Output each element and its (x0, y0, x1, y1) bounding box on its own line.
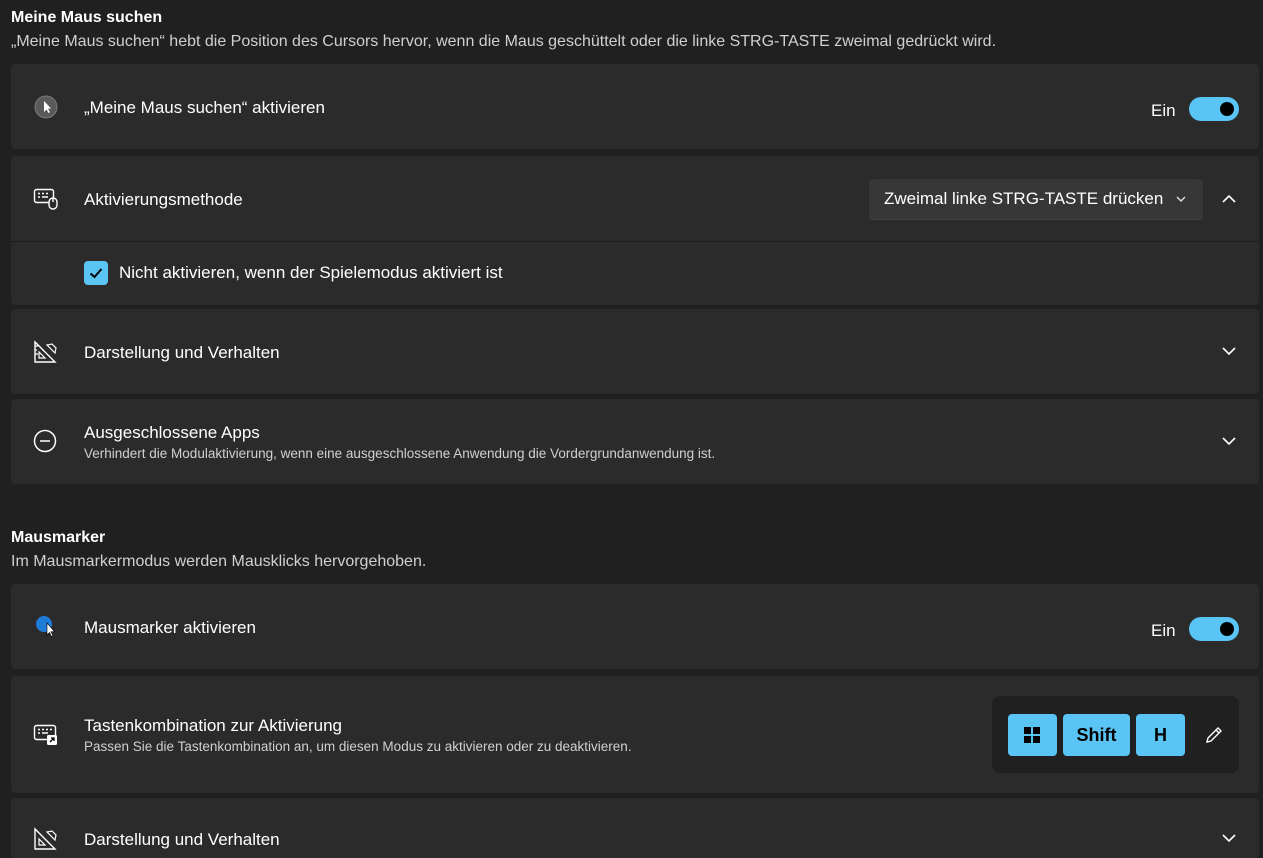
section-description-find-mouse: „Meine Maus suchen“ hebt die Position de… (11, 33, 997, 50)
highlighter-shortcut-label: Tastenkombination zur Aktivierung (84, 716, 342, 735)
find-mouse-appearance-card[interactable]: Darstellung und Verhalten (11, 309, 1259, 394)
mouse-highlighter-icon (36, 616, 56, 637)
activation-method-card: Aktivierungsmethode Zweimal linke STRG-T… (11, 156, 1259, 305)
section-title-find-mouse: Meine Maus suchen (11, 9, 163, 26)
edit-pencil-icon[interactable] (1204, 725, 1224, 745)
excluded-apps-description: Verhindert die Modulaktivierung, wenn ei… (84, 446, 716, 461)
find-mouse-enable-label: „Meine Maus suchen“ aktivieren (84, 98, 325, 117)
minus-circle-icon (33, 429, 57, 453)
find-mouse-enable-card: „Meine Maus suchen“ aktivieren Ein (11, 64, 1259, 149)
highlighter-toggle[interactable] (1189, 617, 1239, 641)
ruler-pencil-icon (34, 827, 57, 850)
chevron-down-icon (1176, 196, 1186, 202)
keyboard-mouse-icon (33, 188, 58, 210)
activation-method-selected: Zweimal linke STRG-TASTE drücken (884, 189, 1164, 208)
h-key: H (1136, 714, 1185, 756)
excluded-apps-card[interactable]: Ausgeschlossene Apps Verhindert die Modu… (11, 399, 1259, 484)
chevron-down-icon[interactable] (1219, 828, 1239, 848)
highlighter-shortcut-card: Tastenkombination zur Aktivierung Passen… (11, 676, 1259, 793)
highlighter-toggle-state: Ein (1151, 621, 1176, 640)
windows-key (1008, 714, 1057, 756)
ruler-pencil-icon (34, 340, 57, 363)
game-mode-checkbox[interactable] (84, 261, 108, 285)
find-mouse-toggle-state: Ein (1151, 101, 1176, 120)
checkmark-icon (89, 268, 103, 279)
chevron-down-icon[interactable] (1219, 431, 1239, 451)
excluded-apps-label: Ausgeschlossene Apps (84, 423, 260, 442)
highlighter-appearance-label: Darstellung und Verhalten (84, 830, 280, 849)
section-title-mouse-highlighter: Mausmarker (11, 529, 106, 546)
shift-key: Shift (1063, 714, 1130, 756)
section-description-mouse-highlighter: Im Mausmarkermodus werden Mausklicks her… (11, 553, 427, 570)
activation-method-label: Aktivierungsmethode (84, 190, 243, 209)
find-mouse-toggle[interactable] (1189, 97, 1239, 121)
highlighter-enable-card: Mausmarker aktivieren Ein (11, 584, 1259, 669)
chevron-down-icon[interactable] (1219, 341, 1239, 361)
keyboard-shortcut-icon (33, 724, 57, 745)
highlighter-shortcut-description: Passen Sie die Tastenkombination an, um … (84, 739, 632, 754)
game-mode-checkbox-label: Nicht aktivieren, wenn der Spielemodus a… (119, 263, 503, 282)
chevron-up-icon[interactable] (1219, 189, 1239, 209)
shortcut-keys[interactable]: Shift H (992, 696, 1239, 773)
highlighter-appearance-card[interactable]: Darstellung und Verhalten (11, 798, 1259, 858)
find-mouse-icon (34, 95, 58, 119)
activation-method-dropdown[interactable]: Zweimal linke STRG-TASTE drücken (869, 179, 1203, 220)
windows-icon (1024, 727, 1040, 743)
highlighter-enable-label: Mausmarker aktivieren (84, 618, 256, 637)
find-mouse-appearance-label: Darstellung und Verhalten (84, 343, 280, 362)
